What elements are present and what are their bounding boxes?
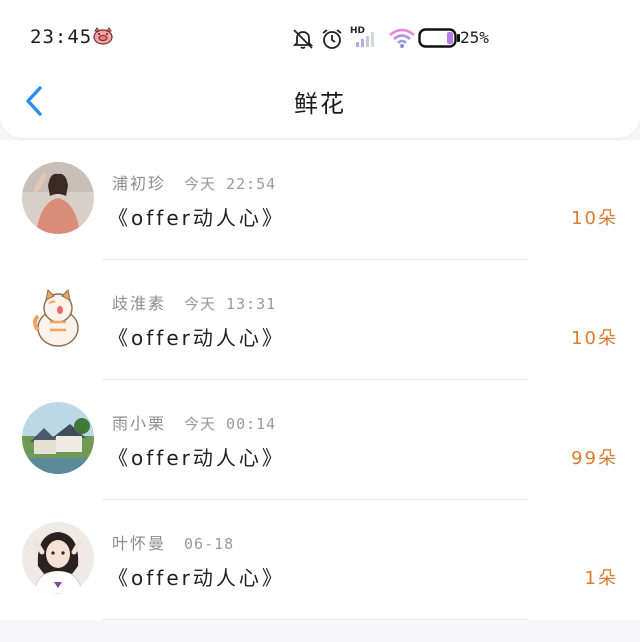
avatar-image-girl-pink: [22, 162, 94, 234]
list-item[interactable]: 歧淮素 今天 13:31 《offer动人心》 10朵: [0, 260, 640, 380]
avatar[interactable]: [22, 162, 94, 234]
gift-count: 99朵: [571, 448, 618, 469]
gift-list: 浦初珍 今天 22:54 《offer动人心》 10朵 歧淮素 今天 13:31 《…: [0, 140, 640, 620]
gift-name: 《offer动人心》: [108, 206, 285, 230]
avatar[interactable]: [22, 402, 94, 474]
battery-icon: [418, 28, 460, 48]
battery-percent: 25%: [460, 28, 489, 47]
list-item[interactable]: 浦初珍 今天 22:54 《offer动人心》 10朵: [0, 140, 640, 260]
page-title: 鲜花: [294, 90, 346, 118]
sender-name[interactable]: 叶怀曼: [112, 534, 166, 553]
gift-name: 《offer动人心》: [108, 446, 285, 470]
sender-line: 叶怀曼 06-18: [112, 530, 234, 554]
avatar[interactable]: [22, 282, 94, 354]
sender-line: 雨小栗 今天 00:14: [112, 410, 276, 434]
avatar-image-cat: [22, 282, 94, 354]
list-item[interactable]: 雨小栗 今天 00:14 《offer动人心》 99朵: [0, 380, 640, 500]
sender-name[interactable]: 歧淮素: [112, 294, 166, 313]
avatar-image-girl-dark-hair: [22, 522, 94, 594]
gift-time: 今天 13:31: [184, 295, 277, 313]
sender-name[interactable]: 雨小栗: [112, 414, 166, 433]
alarm-icon: [322, 29, 342, 49]
pig-icon: [93, 27, 113, 45]
wifi-icon: [389, 28, 415, 48]
nav-bar: 鲜花: [0, 60, 640, 138]
gift-count: 10朵: [571, 208, 618, 229]
gift-time: 今天 00:14: [184, 415, 277, 433]
list-item[interactable]: 叶怀曼 06-18 《offer动人心》 1朵: [0, 500, 640, 620]
sender-name[interactable]: 浦初珍: [112, 174, 166, 193]
svg-text:HD: HD: [350, 26, 365, 36]
gift-count: 10朵: [571, 328, 618, 349]
gift-count: 1朵: [584, 568, 618, 589]
divider: [102, 619, 528, 620]
gift-time: 06-18: [184, 535, 235, 553]
avatar[interactable]: [22, 522, 94, 594]
sender-line: 歧淮素 今天 13:31: [112, 290, 276, 314]
sender-line: 浦初珍 今天 22:54: [112, 170, 276, 194]
status-time: 23:45: [30, 26, 93, 48]
gift-time: 今天 22:54: [184, 175, 277, 193]
avatar-image-house: [22, 402, 94, 474]
mute-bell-icon: [292, 29, 314, 49]
gift-name: 《offer动人心》: [108, 566, 285, 590]
signal-icon: HD: [350, 26, 374, 47]
gift-name: 《offer动人心》: [108, 326, 285, 350]
